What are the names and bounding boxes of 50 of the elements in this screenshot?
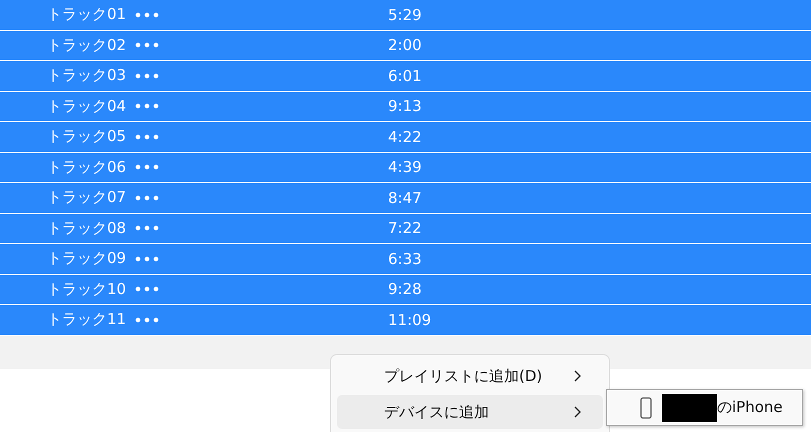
track-row[interactable]: トラック10 9:28 — [0, 274, 811, 305]
track-title: トラック04 — [47, 96, 126, 116]
track-duration: 7:22 — [388, 219, 422, 238]
track-row[interactable]: トラック07 8:47 — [0, 183, 811, 214]
more-icon[interactable] — [135, 103, 160, 110]
more-icon[interactable] — [135, 225, 160, 232]
menu-item[interactable]: デバイスに追加 — [337, 395, 603, 429]
track-row[interactable]: トラック02 2:00 — [0, 30, 811, 61]
track-duration: 9:13 — [388, 97, 422, 116]
more-icon[interactable] — [135, 194, 160, 201]
more-icon[interactable] — [135, 72, 160, 79]
track-row[interactable]: トラック04 9:13 — [0, 92, 811, 122]
track-title: トラック02 — [47, 36, 126, 55]
track-row[interactable]: トラック01 5:29 — [0, 0, 811, 30]
track-title: トラック05 — [47, 127, 126, 146]
track-title: トラック10 — [47, 280, 126, 299]
track-duration: 2:00 — [388, 36, 422, 54]
more-icon[interactable] — [135, 316, 160, 323]
track-row[interactable]: トラック08 7:22 — [0, 214, 811, 244]
phone-icon — [640, 396, 652, 418]
track-title: トラック03 — [47, 66, 126, 86]
more-icon[interactable] — [135, 12, 160, 18]
track-duration: 6:33 — [388, 250, 422, 268]
track-title: トラック01 — [47, 5, 126, 24]
track-duration: 8:47 — [388, 188, 422, 207]
track-duration: 5:29 — [388, 6, 422, 24]
menu-item[interactable]: プレイリストに追加(D) — [337, 359, 603, 393]
more-icon[interactable] — [135, 134, 160, 140]
more-icon[interactable] — [135, 42, 160, 48]
chevron-right-icon — [574, 370, 581, 382]
track-row[interactable]: トラック06 4:39 — [0, 152, 811, 183]
track-row[interactable]: トラック11 11:09 — [0, 305, 811, 336]
track-row[interactable]: トラック03 6:01 — [0, 61, 811, 92]
more-icon[interactable] — [135, 164, 160, 170]
more-icon[interactable] — [135, 286, 160, 292]
track-duration: 6:01 — [388, 66, 422, 85]
chevron-right-icon — [574, 406, 581, 418]
track-duration: 11:09 — [388, 310, 432, 329]
track-title: トラック11 — [47, 310, 126, 330]
track-title: トラック08 — [47, 218, 126, 238]
track-row[interactable]: トラック09 6:33 — [0, 244, 811, 274]
track-duration: 9:28 — [388, 280, 422, 298]
track-title: トラック09 — [47, 249, 126, 268]
track-duration: 4:39 — [388, 158, 422, 176]
more-icon[interactable] — [135, 256, 160, 262]
track-row[interactable]: トラック05 4:22 — [0, 122, 811, 152]
track-title: トラック07 — [47, 188, 126, 208]
submenu-item[interactable]: のiPhone — [607, 390, 802, 425]
track-title: トラック06 — [47, 158, 126, 177]
track-duration: 4:22 — [388, 128, 422, 146]
